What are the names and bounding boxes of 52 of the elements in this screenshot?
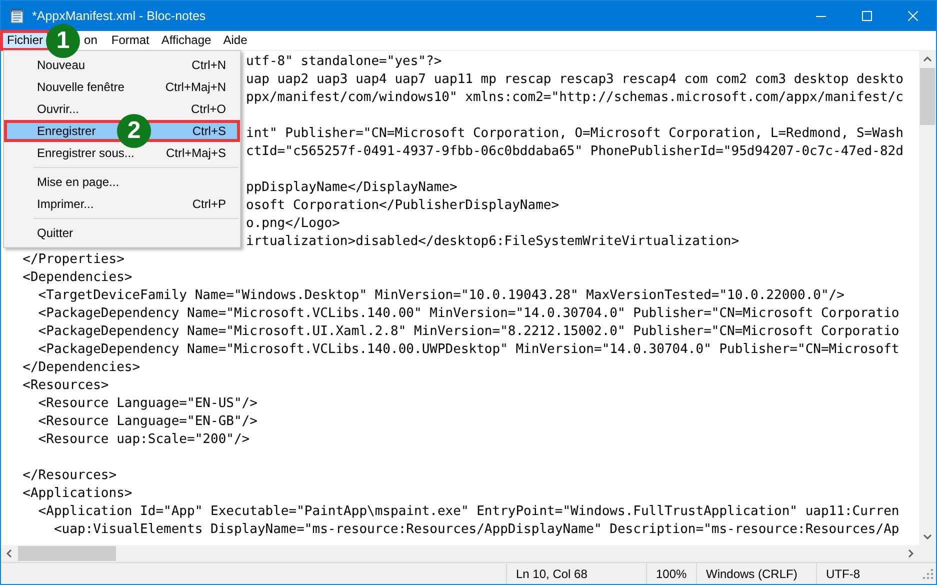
menu-item[interactable]: Mise en page... [4, 171, 240, 193]
code-line: </Dependencies> [22, 359, 140, 377]
code-line: <PackageDependency Name="Microsoft.UI.Xaml.2.8" MinVersion="8.2212.15002.0" Publisher="CN=Microsoft Corporatio [37, 323, 900, 341]
notepad-icon [9, 8, 25, 24]
code-line: ppDisplayName</DisplayName> [246, 179, 458, 197]
shortcut-text: Ctrl+Maj+S [166, 145, 226, 162]
shortcut-text: Ctrl+O [190, 101, 226, 118]
code-line: utf-8" standalone="yes"?> [246, 53, 442, 71]
code-line: <PackageDependency Name="Microsoft.VCLibs.140.00.UWPDesktop" MinVersion="14.0.30704.0" Publisher="CN=Microsoft [37, 341, 900, 359]
status-text: UTF-8 [816, 563, 922, 584]
code-line: </Properties> [22, 251, 124, 269]
code-line: o.png</Logo> [246, 215, 340, 233]
shortcut-text: Ctrl+P [192, 196, 226, 213]
code-line: irtualization>disabled</desktop6:FileSystemWriteVirtualization> [246, 233, 740, 251]
shortcut-text: Ctrl+N [192, 57, 226, 74]
menu-item[interactable]: Imprimer... Ctrl+P [4, 193, 240, 215]
menu-item[interactable]: Quitter [4, 222, 240, 244]
window-title: *AppxManifest.xml - Bloc-notes [32, 9, 207, 23]
code-line: <PackageDependency Name="Microsoft.VCLibs.140.00" MinVersion="14.0.30704.0" Publisher="CN=Microsoft Corporatio [37, 305, 900, 323]
status-text: Ln 10, Col 68 [506, 563, 646, 584]
scrollbar-thumb[interactable] [18, 546, 116, 561]
code-line: uap uap2 uap3 uap4 uap7 uap11 mp rescap rescap3 rescap4 com com2 com3 desktop deskto [246, 71, 904, 89]
scrollbar-thumb[interactable] [920, 68, 935, 125]
code-line: </Resources> [22, 467, 117, 485]
close-icon [908, 11, 918, 21]
code-line: <uap:VisualElements DisplayName="ms-resource:Resources/AppDisplayName" Description="ms-resource:Resources/Ap [52, 521, 900, 539]
code-line: <Application Id="App" Executable="PaintApp\mspaint.exe" EntryPoint="Windows.FullTrustApplication" uap11:Curren [37, 503, 900, 521]
code-line: <Applications> [22, 485, 132, 503]
menu-item[interactable]: Affichage [155, 31, 218, 50]
maximize-icon [862, 11, 872, 21]
menu-item[interactable]: Fichier [1, 31, 50, 50]
code-line: <TargetDeviceFamily Name="Windows.Desktop" MinVersion="10.0.19043.28" MaxVersionTested="10.0.22000.0"/> [37, 287, 844, 305]
code-line: int" Publisher="CN=Microsoft Corporation, O=Microsoft Corporation, L=Redmond, S=Wash [246, 125, 904, 143]
code-line: osoft Corporation</PublisherDisplayName> [246, 197, 560, 215]
code-line: <Dependencies> [22, 269, 132, 287]
shortcut-text: Ctrl+S [192, 123, 226, 140]
menu-item[interactable]: on [84, 31, 106, 50]
code-line: ppx/manifest/com/windows10" xmlns:com2="http://schemas.microsoft.com/appx/manifest/c [246, 89, 904, 107]
code-line: <Resource Language="EN-GB"/> [37, 413, 258, 431]
menu-item[interactable]: Nouvelle fenêtre Ctrl+Maj+N [4, 76, 240, 98]
resize-grip-icon[interactable] [922, 568, 934, 580]
menu-item[interactable]: Format [105, 31, 156, 50]
code-line: <Resource uap:Scale="200"/> [37, 431, 250, 449]
vertical-scrollbar[interactable] [919, 51, 936, 545]
shortcut-text: Ctrl+Maj+N [165, 79, 226, 96]
status-text: 100% [646, 563, 696, 584]
code-line: <Resources> [22, 377, 109, 395]
horizontal-scrollbar[interactable] [1, 545, 919, 562]
status-text: Windows (CRLF) [696, 563, 816, 584]
code-line: <Resource Language="EN-US"/> [37, 395, 258, 413]
menu-item[interactable]: Aide [217, 31, 254, 50]
code-line: ctId="c565257f-0491-4937-9fbb-06c0bddaba65" PhonePublisherId="95d94207-0c7c-47ed-82d [246, 143, 904, 161]
